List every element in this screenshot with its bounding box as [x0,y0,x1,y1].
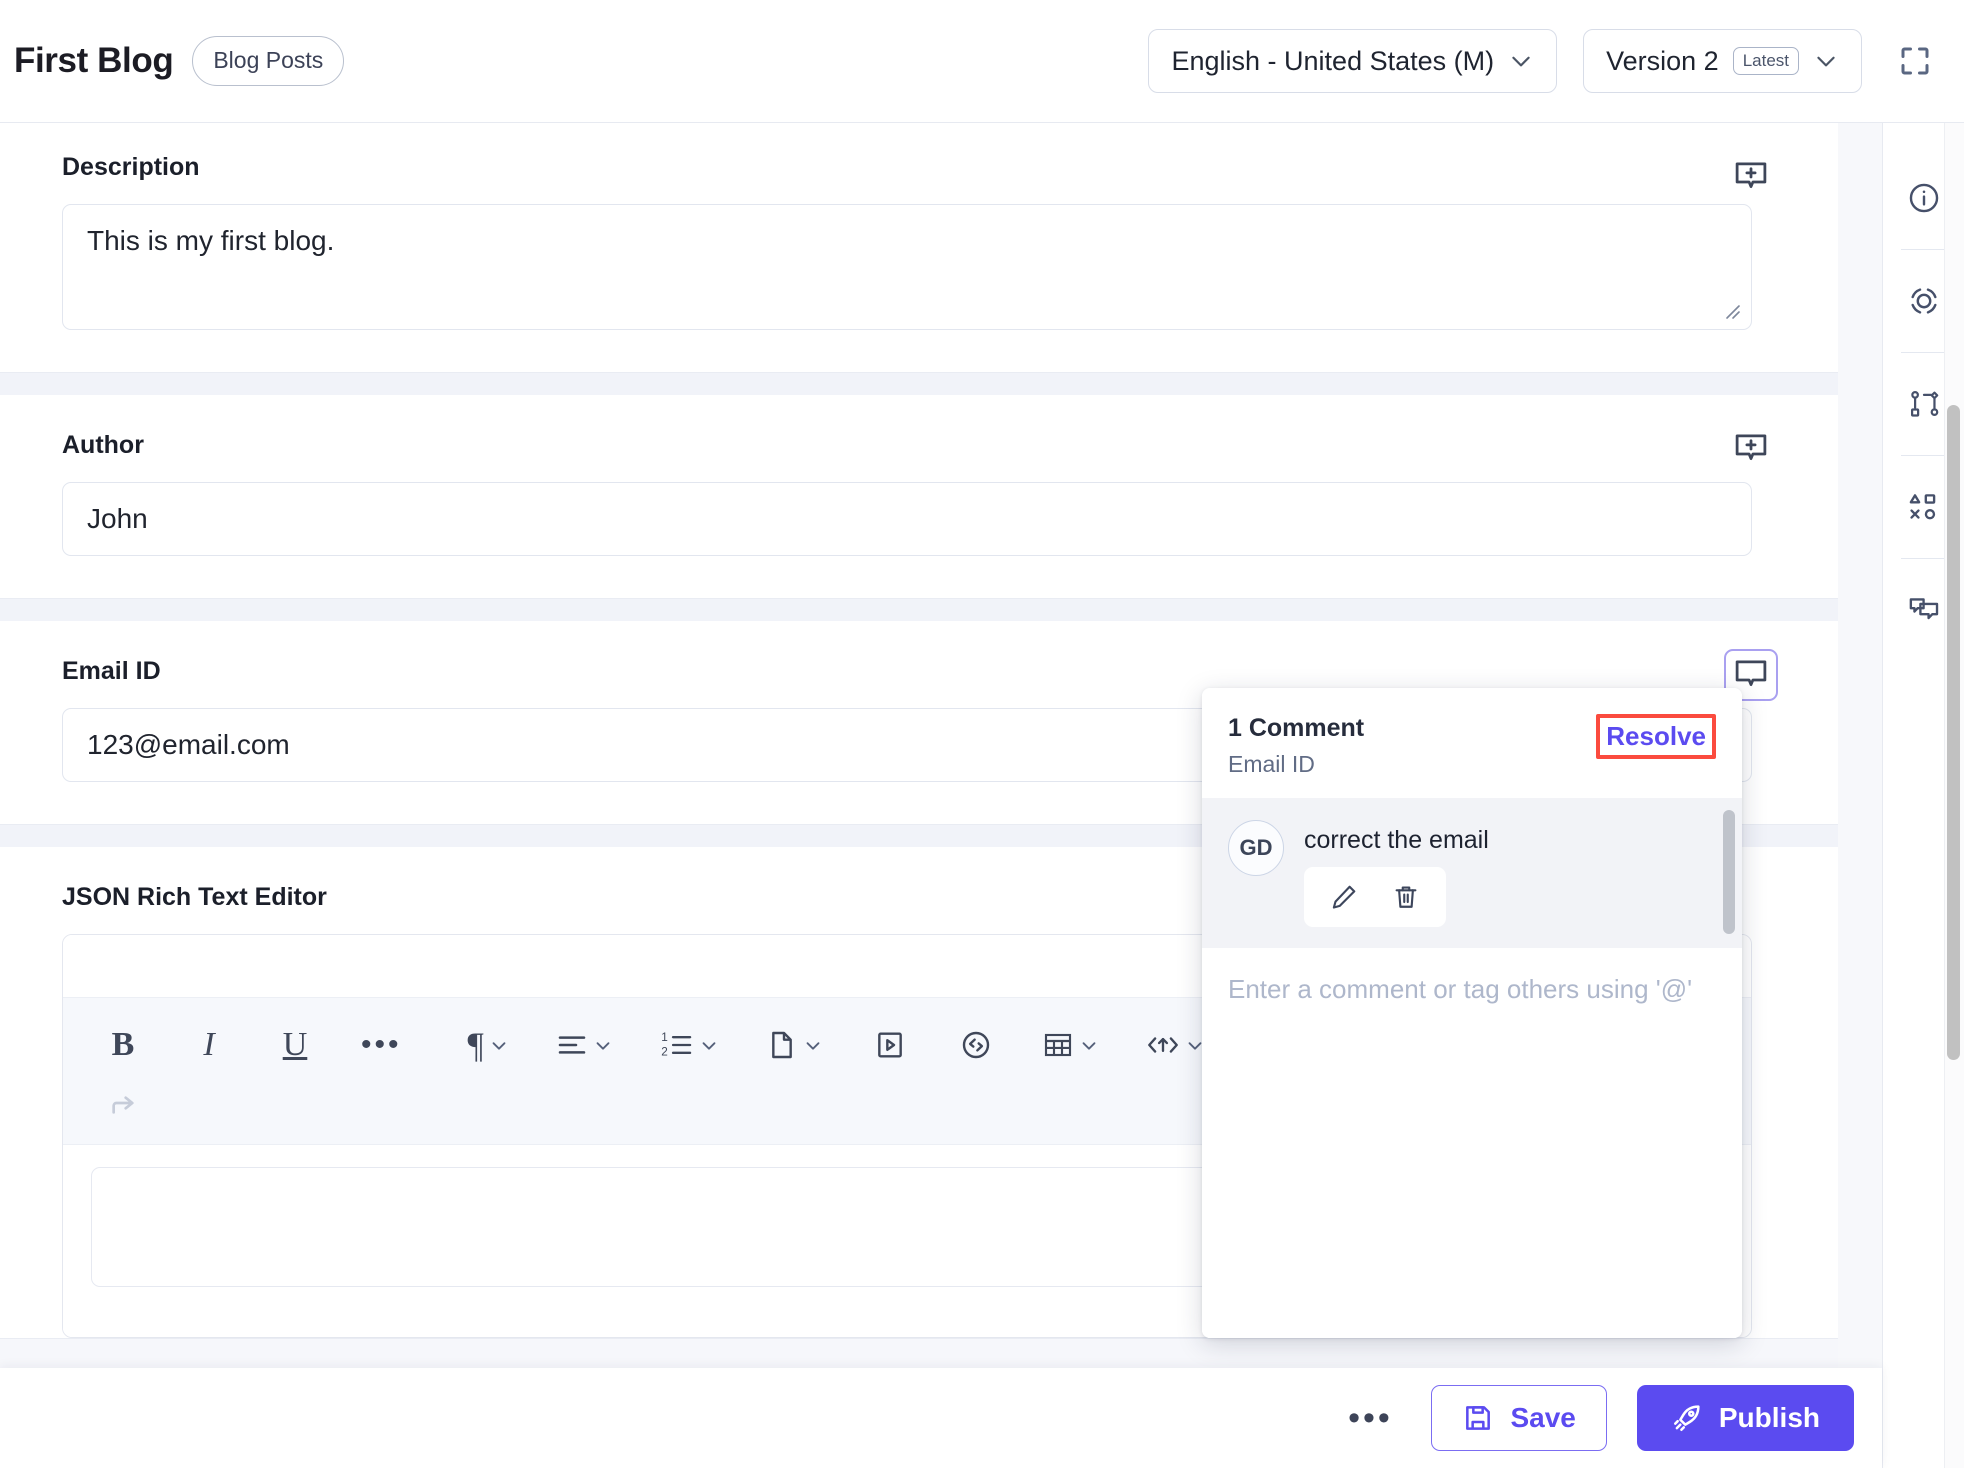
code-circle-icon [960,1029,992,1061]
resolve-highlight-box: Resolve [1596,714,1716,760]
chevron-down-icon [1813,48,1839,74]
chevron-down-icon [592,1034,614,1056]
page-title: First Blog [14,41,174,80]
locale-select-label: English - United States (M) [1171,45,1495,76]
publish-button[interactable]: Publish [1636,1385,1854,1451]
ellipsis-icon: ••• [361,1028,402,1061]
comment-field-name: Email ID [1228,751,1315,777]
chevron-down-icon [1078,1034,1100,1056]
rocket-icon [1671,1402,1703,1434]
insert-table-button[interactable] [1032,1016,1110,1074]
content-type-chip[interactable]: Blog Posts [192,36,345,86]
publish-label: Publish [1718,1402,1820,1433]
top-bar: First Blog Blog Posts English - United S… [0,0,1964,123]
field-card-author: Author John [0,395,1838,599]
ordered-list-button[interactable]: 1 2 [650,1016,730,1074]
assets-icon [1906,489,1942,525]
description-value: This is my first blog. [87,225,335,256]
comment-count-title: 1 Comment [1228,714,1365,742]
save-label: Save [1510,1402,1576,1433]
version-latest-badge: Latest [1732,47,1799,75]
author-label: Author [62,431,144,459]
more-formatting-button[interactable]: ••• [351,1016,412,1074]
paragraph-style-button[interactable]: ¶ [458,1016,520,1074]
field-card-description: Description This is my first blog. [0,123,1838,373]
svg-text:1: 1 [661,1031,668,1044]
video-icon [874,1029,906,1061]
insert-file-button[interactable] [756,1016,834,1074]
comment-thread-scrollbar[interactable] [1723,810,1735,934]
add-comment-button-author[interactable] [1724,423,1778,475]
comment-text: correct the email [1304,826,1489,854]
references-icon [1907,387,1941,421]
trash-icon [1391,882,1421,912]
ordered-list-icon: 1 2 [660,1029,694,1061]
info-icon [1907,181,1941,215]
delete-comment-button[interactable] [1380,875,1432,919]
pilcrow-icon: ¶ [467,1025,484,1065]
resolve-button[interactable]: Resolve [1606,721,1706,752]
author-value: John [87,503,148,534]
action-bar: ••• Save Publish [0,1368,1882,1468]
save-icon [1462,1402,1494,1434]
card-gap [0,599,1838,621]
redo-icon [107,1091,139,1123]
fullscreen-icon[interactable] [1888,34,1942,88]
comment-popup: 1 Comment Email ID Resolve GD correct th… [1202,688,1742,1338]
description-label: Description [62,153,200,181]
chevron-down-icon [802,1034,824,1056]
top-bar-right: English - United States (M) Version 2 La… [1148,29,1964,93]
chevron-down-icon [1508,48,1534,74]
text-align-button[interactable] [546,1016,624,1074]
comment-body: correct the email [1304,820,1489,927]
bold-icon: B [111,1026,135,1063]
top-bar-left: First Blog Blog Posts [0,36,345,86]
comment-item: GD correct the email [1228,820,1716,927]
version-select[interactable]: Version 2 Latest [1583,29,1862,93]
table-icon [1042,1029,1074,1061]
version-select-label: Version 2 [1606,45,1719,76]
more-actions-button[interactable]: ••• [1339,1387,1401,1449]
focus-icon [1907,284,1941,318]
add-comment-button-description[interactable] [1724,151,1778,203]
underline-icon: U [282,1026,308,1063]
email-value: 123@email.com [87,729,290,760]
app-root: First Blog Blog Posts English - United S… [0,0,1964,1468]
comment-compose[interactable]: Enter a comment or tag others using '@' [1202,948,1742,1338]
redo-button[interactable] [93,1078,153,1136]
comment-popup-titles: 1 Comment Email ID [1228,714,1364,778]
italic-button[interactable]: I [179,1016,239,1074]
underline-button[interactable]: U [265,1016,325,1074]
insert-video-button[interactable] [860,1016,920,1074]
email-label: Email ID [62,657,161,685]
pencil-icon [1329,882,1359,912]
chevron-down-icon [698,1034,720,1056]
file-icon [766,1029,798,1061]
save-button[interactable]: Save [1431,1385,1607,1451]
chevron-down-icon [488,1034,510,1056]
edit-comment-button[interactable] [1318,875,1370,919]
comments-icon [1906,592,1942,628]
comment-popup-header: 1 Comment Email ID Resolve [1202,688,1742,798]
comment-input-placeholder: Enter a comment or tag others using '@' [1228,974,1693,1004]
avatar: GD [1228,820,1284,876]
align-left-icon [556,1029,588,1061]
italic-icon: I [203,1026,215,1063]
card-gap [0,373,1838,395]
svg-text:2: 2 [661,1045,668,1058]
resize-handle-icon[interactable] [1720,299,1742,321]
comment-actions [1304,867,1446,927]
locale-select[interactable]: English - United States (M) [1148,29,1558,93]
description-input[interactable]: This is my first blog. [62,204,1752,330]
comment-thread: GD correct the email [1202,798,1742,948]
embed-code-icon [1146,1029,1180,1061]
code-button[interactable] [946,1016,1006,1074]
author-input[interactable]: John [62,482,1752,556]
bold-button[interactable]: B [93,1016,153,1074]
main-scrollbar-thumb[interactable] [1947,405,1960,1060]
